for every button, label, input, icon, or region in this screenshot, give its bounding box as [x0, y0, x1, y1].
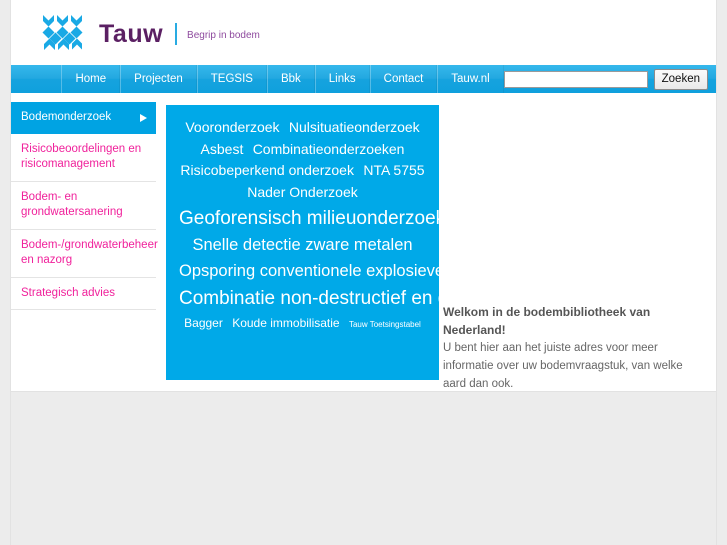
tauw-lattice-logo-icon — [42, 15, 83, 50]
nav-item-tauw-nl[interactable]: Tauw.nl — [437, 65, 504, 93]
tag-item[interactable]: Risicobeperkend onderzoek — [180, 162, 354, 178]
page-background-below — [0, 392, 727, 545]
tag-item[interactable]: Combinatieonderzoeken — [253, 141, 405, 157]
tag-item[interactable]: Koude immobilisatie — [232, 316, 339, 330]
tag-item[interactable]: Nulsituatieonderzoek — [289, 119, 420, 135]
welcome-title: Welkom in de bodembibliotheek van Nederl… — [443, 305, 651, 337]
content-area: Bodemonderzoek Risicobeoordelingen en ri… — [11, 93, 716, 391]
brand-wordmark: Tauw — [99, 19, 164, 48]
sidebar-item-bodemonderzoek[interactable]: Bodemonderzoek — [11, 102, 156, 134]
nav-item-projecten[interactable]: Projecten — [120, 65, 197, 93]
brand-divider — [175, 23, 178, 45]
nav-item-home[interactable]: Home — [61, 65, 121, 93]
sidebar-item-label: Bodemonderzoek — [21, 111, 112, 123]
tag-item[interactable]: NTA 5755 — [363, 162, 424, 178]
tag-item[interactable]: Tauw Toetsingstabel — [349, 320, 421, 329]
tag-item[interactable]: Vooronderzoek — [185, 119, 279, 135]
sidebar-menu: Bodemonderzoek Risicobeoordelingen en ri… — [11, 102, 158, 311]
main-navigation: Home Projecten TEGSIS Bbk Links Contact … — [11, 65, 716, 93]
page-root: Tauw Begrip in bodem Home Projecten TEGS… — [0, 0, 727, 545]
page-background-column — [10, 392, 717, 545]
tag-item[interactable]: Bagger — [184, 316, 223, 330]
tag-item[interactable]: Asbest — [201, 141, 244, 157]
welcome-body: U bent hier aan het juiste adres voor me… — [443, 342, 683, 390]
sidebar-item-strategisch-advies[interactable]: Strategisch advies — [11, 278, 156, 311]
tag-cloud: Vooronderzoek Nulsituatieonderzoek Asbes… — [166, 105, 619, 380]
welcome-panel: Welkom in de bodembibliotheek van Nederl… — [443, 303, 705, 393]
brand-tagline: Begrip in bodem — [187, 29, 260, 41]
search-button[interactable]: Zoeken — [653, 68, 708, 90]
tag-item[interactable]: Nader Onderzoek — [247, 184, 358, 200]
nav-item-contact[interactable]: Contact — [369, 65, 438, 93]
search-input[interactable] — [503, 70, 648, 88]
tag-item[interactable]: Snelle detectie zware metalen — [192, 236, 412, 254]
sidebar-item-risicobeoordelingen[interactable]: Risicobeoordelingen en risicomanagement — [11, 134, 156, 182]
nav-item-bbk[interactable]: Bbk — [266, 65, 315, 93]
site-logo[interactable]: Tauw Begrip in bodem — [40, 12, 260, 54]
nav-left-spacer — [11, 65, 61, 93]
sidebar-item-grondwaterbeheer[interactable]: Bodem-/grondwaterbeheer en nazorg — [11, 230, 158, 278]
search-area: Zoeken — [503, 65, 716, 93]
tag-item[interactable]: Geoforensisch milieuonderzoek — [179, 208, 445, 229]
site-header: Tauw Begrip in bodem — [11, 0, 716, 65]
nav-item-links[interactable]: Links — [314, 65, 370, 93]
chevron-right-icon — [140, 113, 147, 122]
nav-item-tegsis[interactable]: TEGSIS — [196, 65, 267, 93]
tag-item[interactable]: Opsporing conventionele explosieven — [179, 262, 453, 280]
sidebar-item-bodemsanering[interactable]: Bodem- en grondwatersanering — [11, 182, 156, 230]
